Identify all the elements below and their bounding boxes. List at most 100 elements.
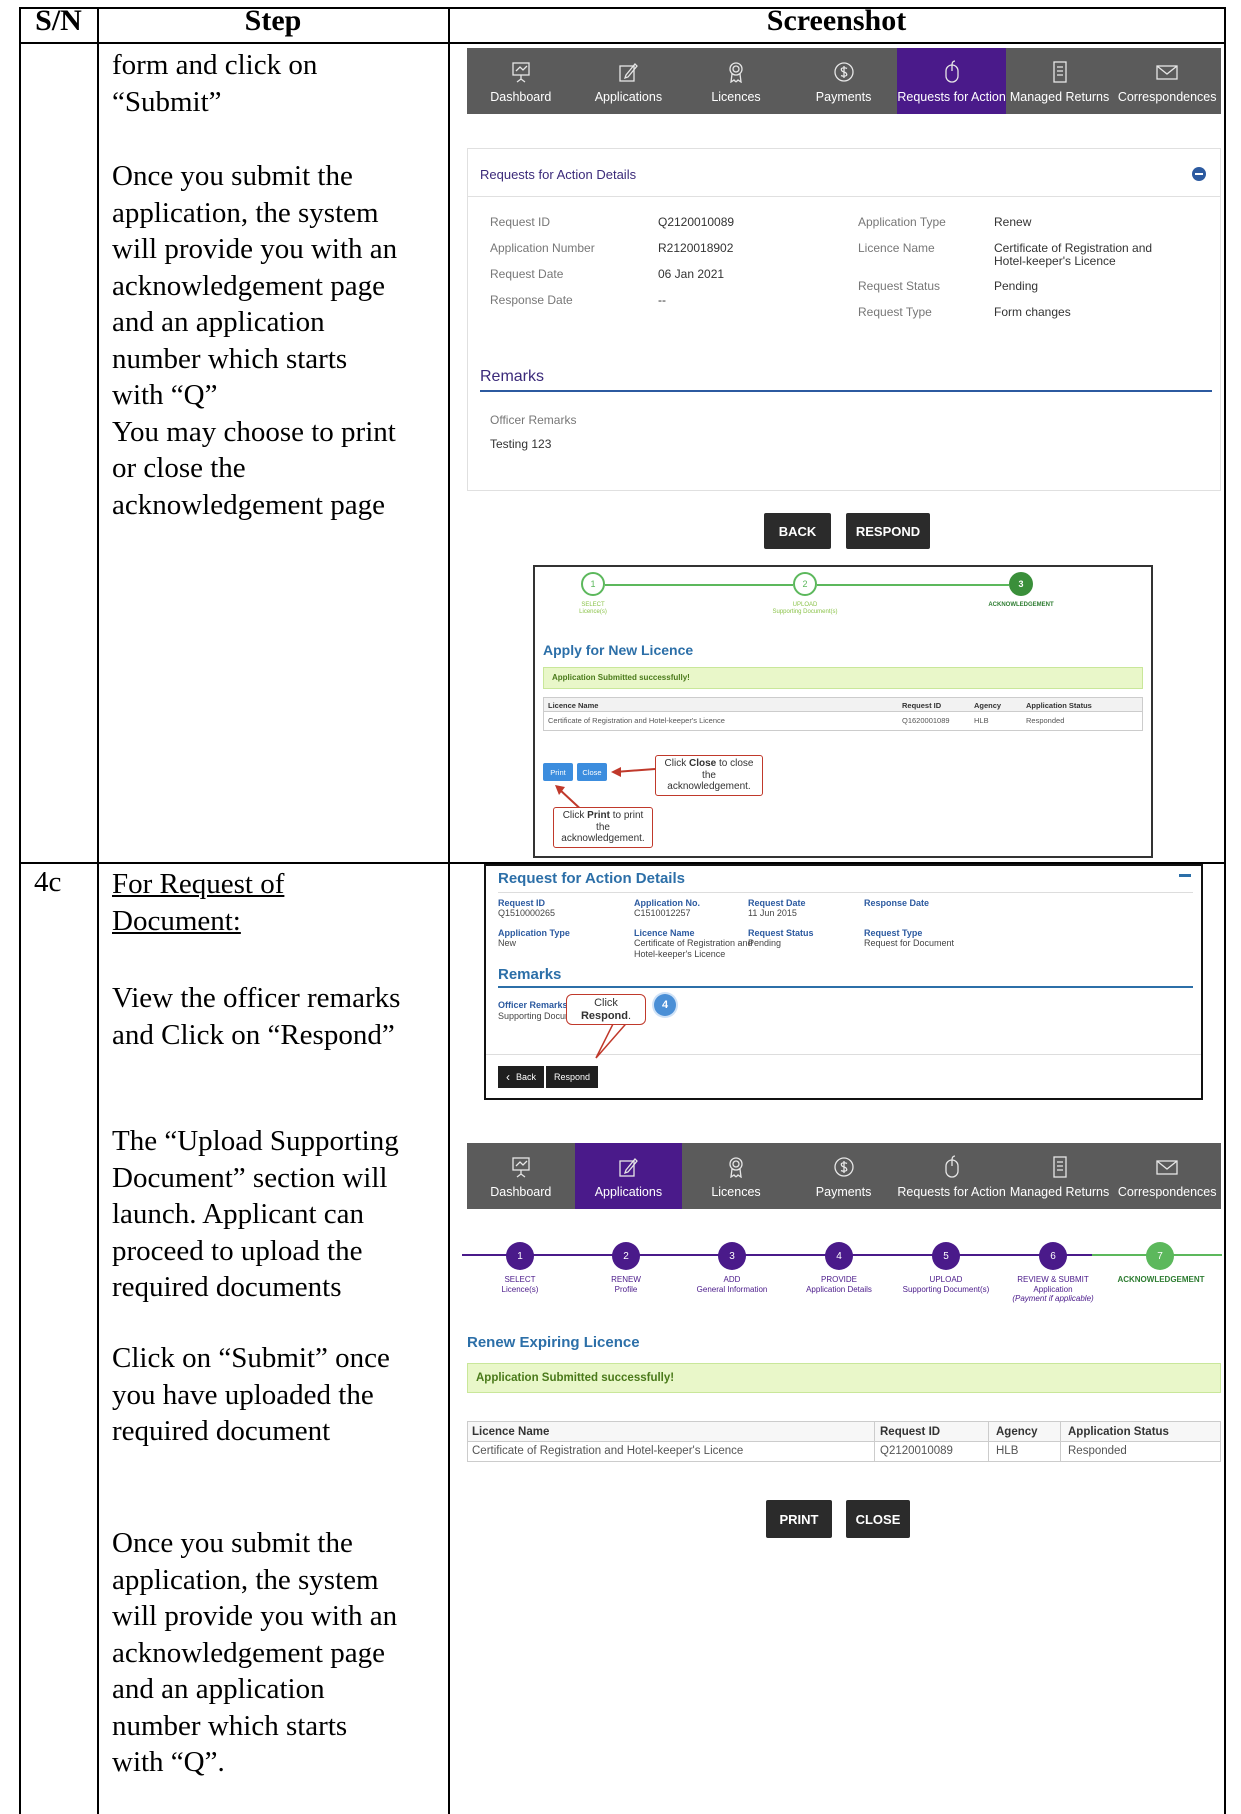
nav-item-correspondences[interactable]: Correspondences	[1113, 48, 1221, 114]
nav-item-payments[interactable]: Payments	[790, 1143, 898, 1209]
step-line: number which starts	[112, 1709, 348, 1742]
request-details-card: Requests for Action Details Request ID A…	[467, 148, 1221, 491]
step-line: application, the system	[112, 196, 379, 229]
presentation-board-icon	[510, 60, 532, 84]
nav-item-licences[interactable]: Licences	[682, 1143, 790, 1209]
field-value: Renew	[994, 215, 1032, 229]
nav-item-managed-returns[interactable]: Managed Returns	[1006, 1143, 1114, 1209]
envelope-icon	[1156, 1155, 1178, 1179]
collapse-icon[interactable]	[1192, 167, 1206, 181]
back-button[interactable]: BACK	[764, 513, 831, 549]
step-line: with “Q”	[112, 379, 218, 411]
rosette-icon	[725, 1155, 747, 1179]
dollar-icon	[833, 1155, 855, 1179]
field-label: Application Type	[858, 215, 946, 229]
envelope-icon	[1156, 60, 1178, 84]
step-line: “Submit”	[112, 85, 222, 118]
column-header: Agency	[996, 1426, 1038, 1438]
nav-label: Managed Returns	[1009, 1185, 1110, 1199]
field-label: Request Type	[858, 305, 932, 319]
field-label: Response Date	[864, 898, 930, 908]
print-button[interactable]: PRINT	[766, 1500, 832, 1538]
respond-button[interactable]: Respond	[546, 1066, 598, 1088]
remarks-divider	[480, 390, 1212, 392]
nav-label: Applications	[594, 90, 663, 104]
nav-label: Applications	[594, 1185, 663, 1199]
nav-label: Requests for Action	[897, 90, 1006, 104]
field-label: Request Status	[748, 928, 814, 938]
table-header-row: Licence Name Request ID Agency Applicati…	[468, 1422, 1220, 1442]
table-row: Certificate of Registration and Hotel-ke…	[468, 1442, 1220, 1461]
step-line: required documents	[112, 1271, 342, 1303]
step-line: Click on “Submit” once	[112, 1342, 390, 1374]
nav-item-applications[interactable]: Applications	[574, 1143, 683, 1209]
field-label: Request Date	[748, 898, 806, 908]
nav-label: Dashboard	[490, 90, 552, 104]
step-line: will provide you with an	[112, 1600, 398, 1632]
close-button[interactable]: CLOSE	[846, 1500, 910, 1538]
field-label: Application Type	[498, 928, 570, 938]
field-value: C1510012257	[634, 908, 691, 918]
card-header: Requests for Action Details	[468, 149, 1220, 197]
field-label: Request Status	[858, 279, 941, 293]
field-value: Certificate of Registration and	[994, 241, 1153, 255]
header-sn: S/N	[35, 4, 82, 37]
field-value: Hotel-keeper's Licence	[994, 254, 1116, 268]
step-line: Document:	[112, 904, 241, 937]
column-header: Licence Name	[472, 1426, 550, 1438]
field-value: Hotel-keeper's Licence	[634, 949, 726, 959]
row1-step-top: form and click on “Submit”	[112, 47, 430, 120]
respond-button[interactable]: RESPOND	[846, 513, 930, 549]
officer-remarks-label: Officer Remarks	[490, 413, 577, 427]
nav-item-applications[interactable]: Applications	[575, 48, 683, 114]
step-line: Once you submit the	[112, 160, 353, 192]
nav-item-correspondences[interactable]: Correspondences	[1113, 1143, 1221, 1209]
step-line: acknowledgement page	[112, 488, 385, 521]
field-value: Form changes	[994, 305, 1071, 319]
back-button[interactable]: ‹ Back	[498, 1066, 544, 1088]
step-line: acknowledgement page	[112, 1636, 385, 1669]
header-bottom-border	[19, 42, 1225, 44]
step-line: proceed to upload the	[112, 1234, 363, 1267]
step-line: Document” section will	[112, 1161, 388, 1194]
card-title: Requests for Action Details	[480, 167, 637, 182]
field-value: Certificate of Registration and	[634, 938, 753, 948]
apply-new-licence-ack-screenshot: 1 2 3 SELECT Licence(s) UPLOAD Supporting …	[533, 565, 1153, 858]
document-icon	[1049, 1155, 1071, 1179]
row2-step-para2: The “Upload Supporting Document” section…	[112, 1123, 430, 1306]
renew-step-4-label: PROVIDE Application Details	[806, 1275, 872, 1294]
rosette-icon	[725, 60, 747, 84]
col-divider-sn	[97, 7, 99, 1814]
remarks-heading: Remarks	[498, 966, 562, 983]
nav-item-dashboard[interactable]: Dashboard	[467, 1143, 575, 1209]
renew-step-6-circle: 6	[1039, 1242, 1067, 1270]
nav-item-requests-for-action[interactable]: Requests for Action	[897, 48, 1006, 114]
presentation-board-icon	[510, 1155, 532, 1179]
renew-step-3-circle: 3	[718, 1242, 746, 1270]
header-step: Step	[244, 4, 302, 37]
step-line: will provide you with an	[112, 233, 398, 265]
field-label: Application No.	[634, 898, 700, 908]
renew-step-7-circle: 7	[1146, 1242, 1174, 1270]
step-line: Once you submit the	[112, 1527, 353, 1559]
step-line: required document	[112, 1415, 331, 1447]
renew-step-3-label: ADD General Information	[696, 1275, 768, 1294]
mouse-icon	[941, 60, 963, 84]
nav-label: Licences	[711, 1185, 761, 1199]
field-value: Pending	[748, 938, 782, 948]
renew-step-7-label: ACKNOWLEDGEMENT	[1117, 1275, 1205, 1284]
step-line: and an application	[112, 306, 325, 338]
request-for-action-screenshot: Request for Action Details Request ID Q1…	[484, 864, 1203, 1100]
nav-item-managed-returns[interactable]: Managed Returns	[1006, 48, 1114, 114]
collapse-icon[interactable]	[1179, 874, 1191, 877]
table-left-border	[19, 7, 21, 1814]
nav-label: Dashboard	[490, 1185, 552, 1199]
nav-label: Requests for Action	[897, 1185, 1006, 1199]
nav-item-licences[interactable]: Licences	[682, 48, 790, 114]
col-divider-step	[448, 7, 450, 1814]
nav-item-payments[interactable]: Payments	[790, 48, 898, 114]
nav-item-dashboard[interactable]: Dashboard	[467, 48, 575, 114]
row2-step-heading: For Request of Document:	[112, 866, 430, 939]
renew-step-2-circle: 2	[612, 1242, 640, 1270]
nav-item-requests-for-action[interactable]: Requests for Action	[897, 1143, 1006, 1209]
